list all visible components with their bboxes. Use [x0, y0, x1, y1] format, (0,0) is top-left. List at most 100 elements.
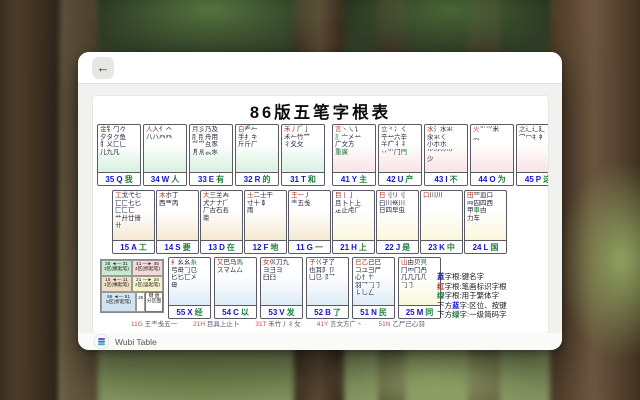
root-characters: 女巛刀九ヨ彐ヨ臼𦥑	[261, 258, 302, 305]
key-label: 52B了	[307, 305, 348, 318]
root-characters: 日刂リ刂曰川𡿧川日四早虫	[377, 191, 418, 240]
note-item: 41Y 言文方广丶	[317, 318, 363, 327]
color-legend: 蓝字根:键名字红字根:笔画标识字根绿字根:用于繁体字下方蓝字:区位、按键下方绿字…	[437, 272, 507, 320]
key-row-top: 金钅勹𠂊夕タク鱼犭乂匚𠃊儿九凡35Q我人入亻𠆢八ハ癶癶34W人月彡乃及⺼⺝舟用爫…	[97, 124, 548, 186]
key-cell-I: 水氵水氺氽氺𠔌ㄑ小𡭔朩朩⺌⺍𭕄⺍少43I不	[424, 124, 468, 186]
key-cell-X: 纟幺幺糸弓毌𠃌㔾匕匕匸㐅毌55X经	[168, 257, 211, 319]
zone4-legend: 41 —► 454区(捺起笔)	[132, 260, 163, 276]
keyboard-zone-diagram: 35 ◄— 313区(撇起笔)41 —► 454区(捺起笔) 15 ◄— 111…	[100, 259, 164, 313]
key-cell-Y: 言丶㇏讠訁亠㐅䒑广文方𪞶重廣41Y主	[332, 124, 376, 186]
key-label: 14S要	[157, 240, 198, 253]
key-cell-E: 月彡乃及⺼⺝舟用爫⺤彑豕㐆𠂢𧘇𧰨33E有	[189, 124, 233, 186]
desktop-wallpaper: ← 86版五笔字根表 金钅勹𠂊夕タク鱼犭乂匚𠃊儿九凡35Q我人入亻𠆢八ハ癶癶34…	[0, 0, 640, 400]
root-characters: 木朩丁西覀丙	[157, 191, 198, 240]
key-label: 51N民	[353, 305, 394, 318]
key-row-bottom: 纟幺幺糸弓毌𠃌㔾匕匕匸㐅毌55X经又巴马馬スマム厶54C以女巛刀九ヨ彐ヨ臼𦥑53…	[168, 257, 441, 319]
root-characters: 纟幺幺糸弓毌𠃌㔾匕匕匸㐅毌	[169, 258, 210, 305]
zone-corner-25: 25	[136, 292, 145, 312]
key-cell-B: 子巜孑了也耳阝卩凵㔾⻏乛52B了	[306, 257, 349, 319]
key-cell-N: 已乙己巳コユ⺕尸心忄㣺𡰣羽乛𠃌㇆𠄌乚ㄥ51N民	[352, 257, 395, 319]
root-characters: 已乙己巳コユ⺕尸心忄㣺𡰣羽乛𠃌㇆𠄌乚ㄥ	[353, 258, 394, 305]
key-label: 43I不	[425, 172, 467, 185]
note-item: 31T 禾竹丿彳攵	[255, 318, 300, 327]
key-cell-H: 目丨亅且卜⺊上龰止虍⺁21H上	[332, 190, 375, 254]
clipped-notes-line: 11G 王龶戋五一21H 目具上止卜31T 禾竹丿彳攵41Y 言文方广丶51N …	[131, 318, 542, 327]
key-label: 54C以	[215, 305, 256, 318]
root-characters: 田罒皿口𦉰囜四西甲𤰔車甴力车	[465, 191, 506, 240]
key-label: 15A工	[113, 240, 154, 253]
key-label: 34W人	[144, 172, 186, 185]
root-characters: 火⺌⺍米灬𤆄𡭴𤉣	[471, 125, 513, 172]
chart-title: 86版五笔字根表	[93, 99, 548, 123]
legend-line: 红字根:笔画标识字根	[437, 282, 507, 292]
key-label: 33E有	[190, 172, 232, 185]
root-characters: 立⺀冫ㄑ䇂䒑六辛𢆉疒丬⺦丷⺌门門	[379, 125, 421, 172]
root-characters: 水氵水氺氽氺𠔌ㄑ小𡭔朩朩⺌⺍𭕄⺍少	[425, 125, 467, 172]
note-item: 51N 乙尸己心羽	[379, 318, 425, 327]
root-characters: 山由贝貝冂𠔿冂冎几几几𠘧𠃌㇆	[399, 258, 440, 305]
wubi-app-icon	[95, 335, 108, 348]
root-characters: 口川川	[421, 191, 462, 240]
root-characters: 之辶⻌廴宀冖礻衤	[517, 125, 548, 172]
key-cell-A: 工戈弋七匸匚七匕匚匚𠥓匸艹廾廿卌卄15A工	[112, 190, 155, 254]
key-label: 55X经	[169, 305, 210, 318]
window-footer: Wubi Table	[78, 333, 562, 350]
key-cell-U: 立⺀冫ㄑ䇂䒑六辛𢆉疒丬⺦丷⺌门門42U产	[378, 124, 422, 186]
legend-line: 蓝字根:键名字	[437, 272, 507, 282]
key-label: 42U产	[379, 172, 421, 185]
key-cell-G: 王一丿龶五戋11G一	[288, 190, 331, 254]
key-cell-M: 山由贝貝冂𠔿冂冎几几几𠘧𠃌㇆25M同	[398, 257, 441, 319]
zone2-legend: 21 —► 242区(竖起笔)	[132, 276, 163, 292]
key-cell-R: 白龵𠂉手扌𢪛キ斤斤厂32R的	[235, 124, 279, 186]
legend-line: 绿字根:用于繁体字	[437, 291, 507, 301]
root-characters: 土二士干寸十𠦝𢆍雨𠕒	[245, 191, 286, 240]
key-label: 23K中	[421, 240, 462, 253]
foliage	[90, 345, 310, 400]
root-characters: 言丶㇏讠訁亠㐅䒑广文方𪞶重廣	[333, 125, 375, 172]
key-label: 24L国	[465, 240, 506, 253]
back-button[interactable]: ←	[92, 57, 114, 79]
key-cell-D: 大三𦍌𡗗犬𠂇ナ𠂆厂古石镸𦣞13D在	[200, 190, 243, 254]
window-header: ←	[78, 52, 562, 84]
zone1-legend: 15 ◄— 111区(横起笔)	[101, 276, 132, 292]
wubi-chart-card: 86版五笔字根表 金钅勹𠂊夕タク鱼犭乂匚𠃊儿九凡35Q我人入亻𠆢八ハ癶癶34W人…	[93, 96, 548, 333]
tree-trunk	[0, 0, 60, 400]
key-label: 13D在	[201, 240, 242, 253]
root-characters: 目丨亅且卜⺊上龰止虍⺁	[333, 191, 374, 240]
zone3-legend: 35 ◄— 313区(撇起笔)	[101, 260, 132, 276]
key-label: 21H上	[333, 240, 374, 253]
key-cell-C: 又巴马馬スマム厶54C以	[214, 257, 257, 319]
key-cell-L: 田罒皿口𦉰囜四西甲𤰔車甴力车24L国	[464, 190, 507, 254]
root-characters: 王一丿龶五戋	[289, 191, 330, 240]
key-label: 32R的	[236, 172, 278, 185]
diagram-caption: 键 盘 分区图	[145, 292, 163, 312]
key-row-middle: 工戈弋七匸匚七匕匚匚𠥓匸艹廾廿卌卄15A工木朩丁西覀丙14S要大三𦍌𡗗犬𠂇ナ𠂆厂…	[112, 190, 507, 254]
root-characters: 白龵𠂉手扌𢪛キ斤斤厂	[236, 125, 278, 172]
key-cell-V: 女巛刀九ヨ彐ヨ臼𦥑53V发	[260, 257, 303, 319]
key-label: 31T和	[282, 172, 324, 185]
key-cell-J: 日刂リ刂曰川𡿧川日四早虫22J是	[376, 190, 419, 254]
legend-line: 下方蓝字:区位、按键	[437, 301, 507, 311]
key-cell-K: 口川川23K中	[420, 190, 463, 254]
root-characters: 工戈弋七匸匚七匕匚匚𠥓匸艹廾廿卌卄	[113, 191, 154, 240]
key-cell-F: 土二士干寸十𠦝𢆍雨𠕒12F地	[244, 190, 287, 254]
key-label: 35Q我	[98, 172, 140, 185]
key-cell-S: 木朩丁西覀丙14S要	[156, 190, 199, 254]
root-characters: 金钅勹𠂊夕タク鱼犭乂匚𠃊儿九凡	[98, 125, 140, 172]
root-characters: 人入亻𠆢八ハ癶癶	[144, 125, 186, 172]
key-cell-P: 之辶⻌廴宀冖礻衤45P这	[516, 124, 548, 186]
key-label: 53V发	[261, 305, 302, 318]
key-label: 44O为	[471, 172, 513, 185]
root-characters: 又巴马馬スマム厶	[215, 258, 256, 305]
key-label: 11G一	[289, 240, 330, 253]
app-name-label: Wubi Table	[115, 337, 157, 347]
key-cell-W: 人入亻𠆢八ハ癶癶34W人	[143, 124, 187, 186]
key-label: 25M同	[399, 305, 440, 318]
foliage	[330, 0, 570, 55]
root-characters: 月彡乃及⺼⺝舟用爫⺤彑豕㐆𠂢𧘇𧰨	[190, 125, 232, 172]
root-characters: 禾丿𠂆亅𥝌𠂉竹⺮彳夂攵	[282, 125, 324, 172]
key-label: 22J是	[377, 240, 418, 253]
note-item: 21H 目具上止卜	[193, 318, 239, 327]
key-cell-O: 火⺌⺍米灬𤆄𡭴𤉣44O为	[470, 124, 514, 186]
app-window: ← 86版五笔字根表 金钅勹𠂊夕タク鱼犭乂匚𠃊儿九凡35Q我人入亻𠆢八ハ癶癶34…	[78, 52, 562, 350]
